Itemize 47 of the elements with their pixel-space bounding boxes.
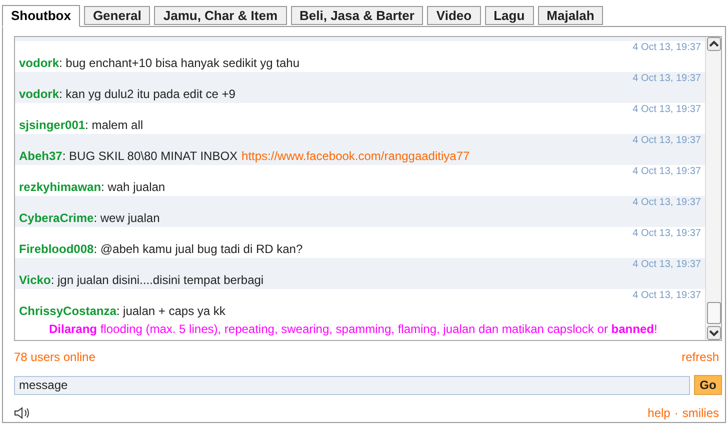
username[interactable]: Abeh37 <box>19 148 62 164</box>
tab[interactable]: Jamu, Char & Item <box>154 6 287 25</box>
message-text: : wew jualan <box>94 210 160 226</box>
timestamp: 4 Oct 13, 19:37 <box>632 134 701 148</box>
go-button[interactable]: Go <box>694 375 722 395</box>
tab[interactable]: General <box>84 6 150 25</box>
separator: · <box>674 405 678 422</box>
timestamp: 4 Oct 13, 19:37 <box>632 227 701 241</box>
username[interactable]: sjsinger001 <box>19 117 86 133</box>
timestamp: 4 Oct 13, 19:37 <box>632 103 701 117</box>
message-text: : jgn jualan disini....disini tempat berbagi <box>50 272 264 288</box>
message-text: : malem all <box>85 117 144 133</box>
message-text: : kan yg dulu2 itu pada edit ce +9 <box>59 86 236 102</box>
tab[interactable]: Lagu <box>484 6 534 25</box>
scroll-down-icon[interactable] <box>706 326 720 340</box>
username[interactable]: CyberaCrime <box>19 210 94 226</box>
timestamp: 4 Oct 13, 19:37 <box>632 72 701 86</box>
help-link[interactable]: help <box>648 404 670 422</box>
smilies-link[interactable]: smilies <box>682 404 719 422</box>
rules-notice: Dilarang flooding (max. 5 lines), repeating, swearing, spamming, flaming, jualan dan matikan capslock or banned! <box>48 322 658 337</box>
message-field[interactable]: message <box>14 376 690 394</box>
username[interactable]: Fireblood008 <box>19 241 94 257</box>
username[interactable]: vodork <box>19 86 60 102</box>
message-text: : bug enchant+10 bisa hanyak sedikit yg tahu <box>59 55 300 71</box>
message-text: : @abeh kamu jual bug tadi di RD kan? <box>94 241 303 257</box>
users-online[interactable]: 78 users online <box>14 348 96 366</box>
username[interactable]: vodork <box>19 55 60 71</box>
tab[interactable]: Beli, Jasa & Barter <box>290 6 424 25</box>
timestamp: 4 Oct 13, 19:37 <box>632 258 701 272</box>
scroll-up-icon[interactable] <box>706 37 720 51</box>
message-text: : jualan + caps ya kk <box>116 303 226 319</box>
message-link[interactable]: https://www.facebook.com/ranggaaditiya77 <box>242 148 470 164</box>
scroll-thumb[interactable] <box>706 302 720 324</box>
username[interactable]: Vicko <box>19 272 51 288</box>
speaker-icon[interactable] <box>14 407 32 419</box>
tab[interactable]: Shoutbox <box>2 5 80 27</box>
message-text: : wah jualan <box>101 179 166 195</box>
message-text: : BUG SKIL 80\80 MINAT INBOX <box>62 148 238 164</box>
timestamp: 4 Oct 13, 19:37 <box>632 196 701 210</box>
tab[interactable]: Video <box>427 6 481 25</box>
tab[interactable]: Majalah <box>538 6 604 25</box>
username[interactable]: ChrissyCostanza <box>19 303 116 319</box>
timestamp: 4 Oct 13, 19:37 <box>632 41 701 55</box>
refresh-link[interactable]: refresh <box>682 348 719 366</box>
username[interactable]: rezkyhimawan <box>19 179 102 195</box>
timestamp: 4 Oct 13, 19:37 <box>632 165 701 179</box>
timestamp: 4 Oct 13, 19:37 <box>632 289 701 303</box>
